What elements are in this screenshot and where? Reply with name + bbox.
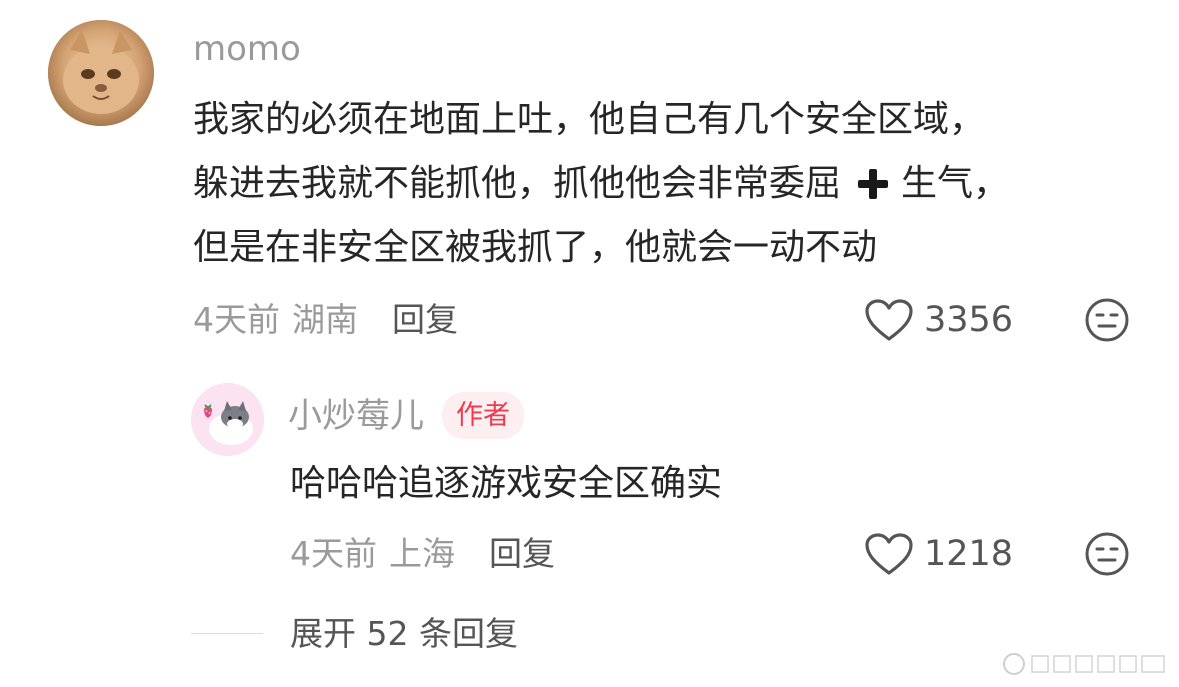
reply-username[interactable]: 小炒莓儿 bbox=[288, 399, 424, 433]
comment-like-count: 3356 bbox=[924, 299, 1014, 340]
reply-time: 4天前 bbox=[290, 534, 377, 573]
emoji-neutral-icon[interactable] bbox=[1084, 531, 1130, 577]
comment-time: 4天前 bbox=[193, 300, 280, 339]
comment-text-line-2: 躲进去我就不能抓他，抓他他会非常委屈 生气， bbox=[193, 152, 1009, 216]
emoji-neutral-icon[interactable] bbox=[1084, 297, 1130, 343]
reply-meta: 4天前 上海 回复 bbox=[290, 537, 555, 570]
reply-like-count: 1218 bbox=[924, 533, 1014, 574]
avatar-momo[interactable] bbox=[48, 20, 154, 126]
reply-reply-button[interactable]: 回复 bbox=[489, 537, 555, 570]
comment-text-line-1: 我家的必须在地面上吐，他自己有几个安全区域， bbox=[193, 99, 986, 140]
comment-like-button[interactable]: 3356 bbox=[864, 298, 1013, 342]
reply-header: 小炒莓儿 作者 bbox=[288, 392, 524, 439]
comment-username[interactable]: momo bbox=[193, 32, 301, 66]
comment-location: 湖南 bbox=[292, 300, 358, 339]
expand-divider bbox=[191, 633, 263, 634]
watermark bbox=[1002, 648, 1172, 678]
comment-text-line-2b: 生气， bbox=[901, 163, 1010, 204]
cat-avatar-icon bbox=[191, 383, 264, 456]
plus-emoji-icon bbox=[855, 166, 891, 202]
author-badge: 作者 bbox=[442, 392, 524, 439]
heart-outline-icon bbox=[864, 298, 914, 342]
expand-replies-button[interactable]: 展开 52 条回复 bbox=[290, 617, 518, 650]
heart-outline-icon bbox=[864, 532, 914, 576]
avatar-xiaochaomeier[interactable] bbox=[191, 383, 264, 456]
comment-text-line-3: 但是在非安全区被我抓了，他就会一动不动 bbox=[193, 227, 878, 268]
reply-text: 哈哈哈追逐游戏安全区确实 bbox=[290, 463, 723, 504]
comment-meta: 4天前 湖南 回复 bbox=[193, 303, 458, 336]
comment-reply-button[interactable]: 回复 bbox=[392, 303, 458, 336]
reply-like-button[interactable]: 1218 bbox=[864, 532, 1013, 576]
watermark-logo-icon bbox=[1003, 653, 1165, 675]
comment-text-line-2a: 躲进去我就不能抓他，抓他他会非常委屈 bbox=[193, 163, 842, 204]
cat-avatar-icon bbox=[48, 20, 154, 126]
reply-location: 上海 bbox=[389, 534, 455, 573]
